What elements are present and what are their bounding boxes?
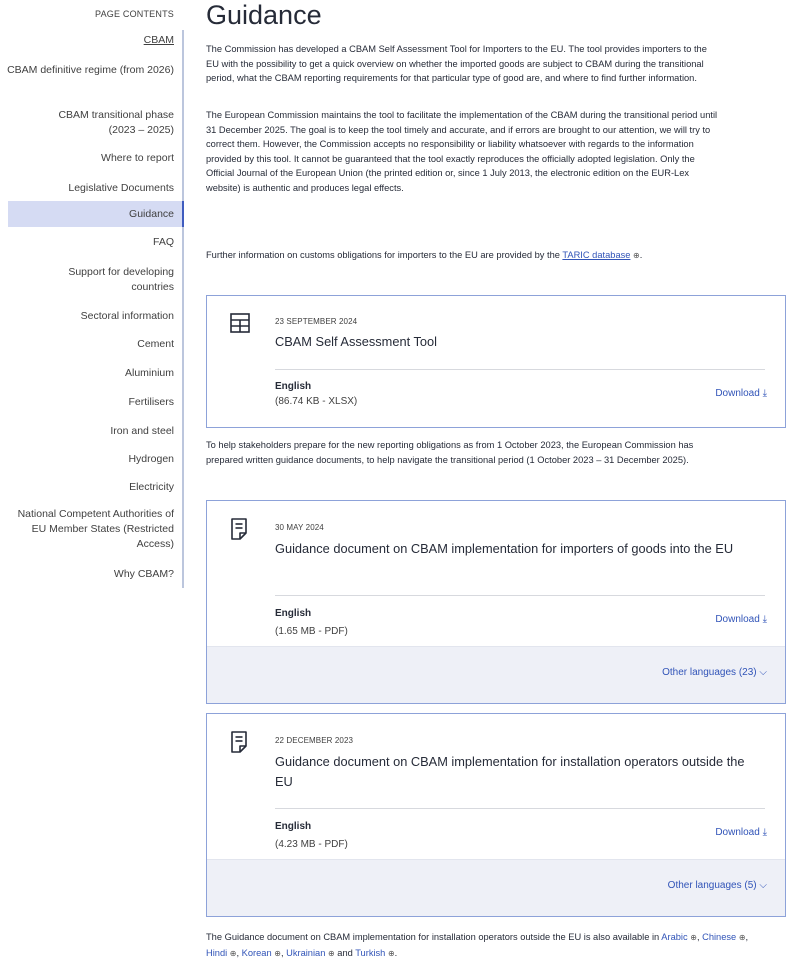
download-icon: ⤓ xyxy=(762,614,767,625)
external-link-icon: ⊕ xyxy=(633,251,640,260)
intro-paragraph-1: The Commission has developed a CBAM Self… xyxy=(206,44,707,84)
divider xyxy=(275,808,765,809)
file-date: 30 MAY 2024 xyxy=(275,523,324,532)
chinese-link[interactable]: Chinese xyxy=(702,932,736,942)
nav-item-national-competent-authorities[interactable]: National Competent Authorities of EU Mem… xyxy=(6,507,174,552)
nav-active-indicator xyxy=(182,201,184,227)
document-icon xyxy=(231,518,247,540)
other-languages-toggle[interactable]: Other languages (23) ⌵ xyxy=(662,667,767,678)
download-label: Download xyxy=(715,388,760,399)
download-icon: ⤓ xyxy=(762,827,767,838)
nav-item-iron-and-steel[interactable]: Iron and steel xyxy=(110,424,174,439)
nav-item-cement[interactable]: Cement xyxy=(137,337,174,352)
intro-paragraph-3: Further information on customs obligatio… xyxy=(206,248,718,264)
external-link-icon: ⊕ xyxy=(690,933,697,942)
file-title: Guidance document on CBAM implementation… xyxy=(275,754,745,789)
closing-and: and xyxy=(337,947,353,958)
nav-item-faq[interactable]: FAQ xyxy=(153,235,174,250)
divider xyxy=(275,595,765,596)
nav-item-where-to-report[interactable]: Where to report xyxy=(101,151,174,166)
nav-title: PAGE CONTENTS xyxy=(95,9,174,19)
chevron-down-icon: ⌵ xyxy=(759,667,767,678)
external-link-icon: ⊕ xyxy=(387,948,395,958)
closing-paragraph: The Guidance document on CBAM implementa… xyxy=(206,932,749,958)
other-languages-label: Other languages (5) xyxy=(667,880,757,891)
nav-item-legislative-documents[interactable]: Legislative Documents xyxy=(68,181,174,196)
file-language: English xyxy=(275,608,312,619)
download-button[interactable]: Download ⤓ xyxy=(715,388,767,399)
nav-item-why-cbam[interactable]: Why CBAM? xyxy=(114,567,174,582)
nav-item-support-developing-countries[interactable]: Support for developing countries xyxy=(44,265,174,295)
other-languages-toggle[interactable]: Other languages (5) ⌵ xyxy=(668,880,767,891)
file-card-self-assessment-tool: 23 SEPTEMBER 2024 CBAM Self Assessment T… xyxy=(206,295,786,428)
other-languages-label: Other languages (23) xyxy=(662,667,757,678)
hindi-link[interactable]: Hindi xyxy=(206,948,227,958)
nav-item-guidance[interactable]: Guidance xyxy=(129,207,174,222)
file-language: English xyxy=(275,381,312,392)
closing-suffix: . xyxy=(394,947,398,958)
intro-paragraph-2: The European Commission maintains the to… xyxy=(206,110,718,193)
taric-database-link[interactable]: TARIC database xyxy=(562,250,630,260)
download-icon: ⤓ xyxy=(762,388,767,399)
download-label: Download xyxy=(715,827,760,838)
file-meta: (86.74 KB - XLSX) xyxy=(275,396,358,407)
table-icon xyxy=(230,313,250,333)
external-link-icon: ⊕ xyxy=(229,948,237,958)
document-icon xyxy=(231,731,247,753)
ukrainian-link[interactable]: Ukrainian xyxy=(286,948,325,958)
external-link-icon: ⊕ xyxy=(327,948,335,958)
download-button[interactable]: Download ⤓ xyxy=(715,614,767,625)
external-link-icon: ⊕ xyxy=(738,933,746,942)
nav-item-electricity[interactable]: Electricity xyxy=(129,480,174,495)
page-title: Guidance xyxy=(206,0,322,30)
nav-item-fertilisers[interactable]: Fertilisers xyxy=(128,395,174,410)
turkish-link[interactable]: Turkish xyxy=(355,948,385,958)
nav-item-cbam[interactable]: CBAM xyxy=(144,33,174,48)
chevron-down-icon: ⌵ xyxy=(759,880,767,891)
file-date: 22 DECEMBER 2023 xyxy=(275,736,354,745)
intro-3-suffix: . xyxy=(639,250,643,260)
file-title: CBAM Self Assessment Tool xyxy=(275,334,437,349)
nav-item-aluminium[interactable]: Aluminium xyxy=(125,366,174,381)
file-meta: (4.23 MB - PDF) xyxy=(275,839,348,850)
nav-item-hydrogen[interactable]: Hydrogen xyxy=(128,452,174,467)
file-title: Guidance document on CBAM implementation… xyxy=(275,541,734,556)
intro-3-prefix: Further information on customs obligatio… xyxy=(206,250,563,260)
download-button[interactable]: Download ⤓ xyxy=(715,827,767,838)
file-card-operators-guidance: 22 DECEMBER 2023 Guidance document on CB… xyxy=(206,713,786,917)
file-meta: (1.65 MB - PDF) xyxy=(275,626,348,637)
card-footer: Other languages (23) ⌵ xyxy=(207,646,785,703)
closing-prefix: The Guidance document on CBAM implementa… xyxy=(206,932,662,942)
guidance-intro-paragraph: To help stakeholders prepare for the new… xyxy=(206,440,694,465)
external-link-icon: ⊕ xyxy=(274,948,281,958)
card-footer: Other languages (5) ⌵ xyxy=(207,859,785,916)
nav-item-sectoral-information[interactable]: Sectoral information xyxy=(81,309,174,324)
download-label: Download xyxy=(715,614,760,625)
file-card-importers-guidance: 30 MAY 2024 Guidance document on CBAM im… xyxy=(206,500,786,704)
nav-item-transitional-phase[interactable]: CBAM transitional phase (2023 – 2025) xyxy=(34,108,174,138)
korean-link[interactable]: Korean xyxy=(242,948,272,958)
file-language: English xyxy=(275,821,312,832)
nav-rail xyxy=(182,30,184,588)
arabic-link[interactable]: Arabic xyxy=(661,932,687,942)
divider xyxy=(275,369,765,370)
file-date: 23 SEPTEMBER 2024 xyxy=(275,317,358,326)
nav-item-definitive-regime[interactable]: CBAM definitive regime (from 2026) xyxy=(6,63,174,78)
